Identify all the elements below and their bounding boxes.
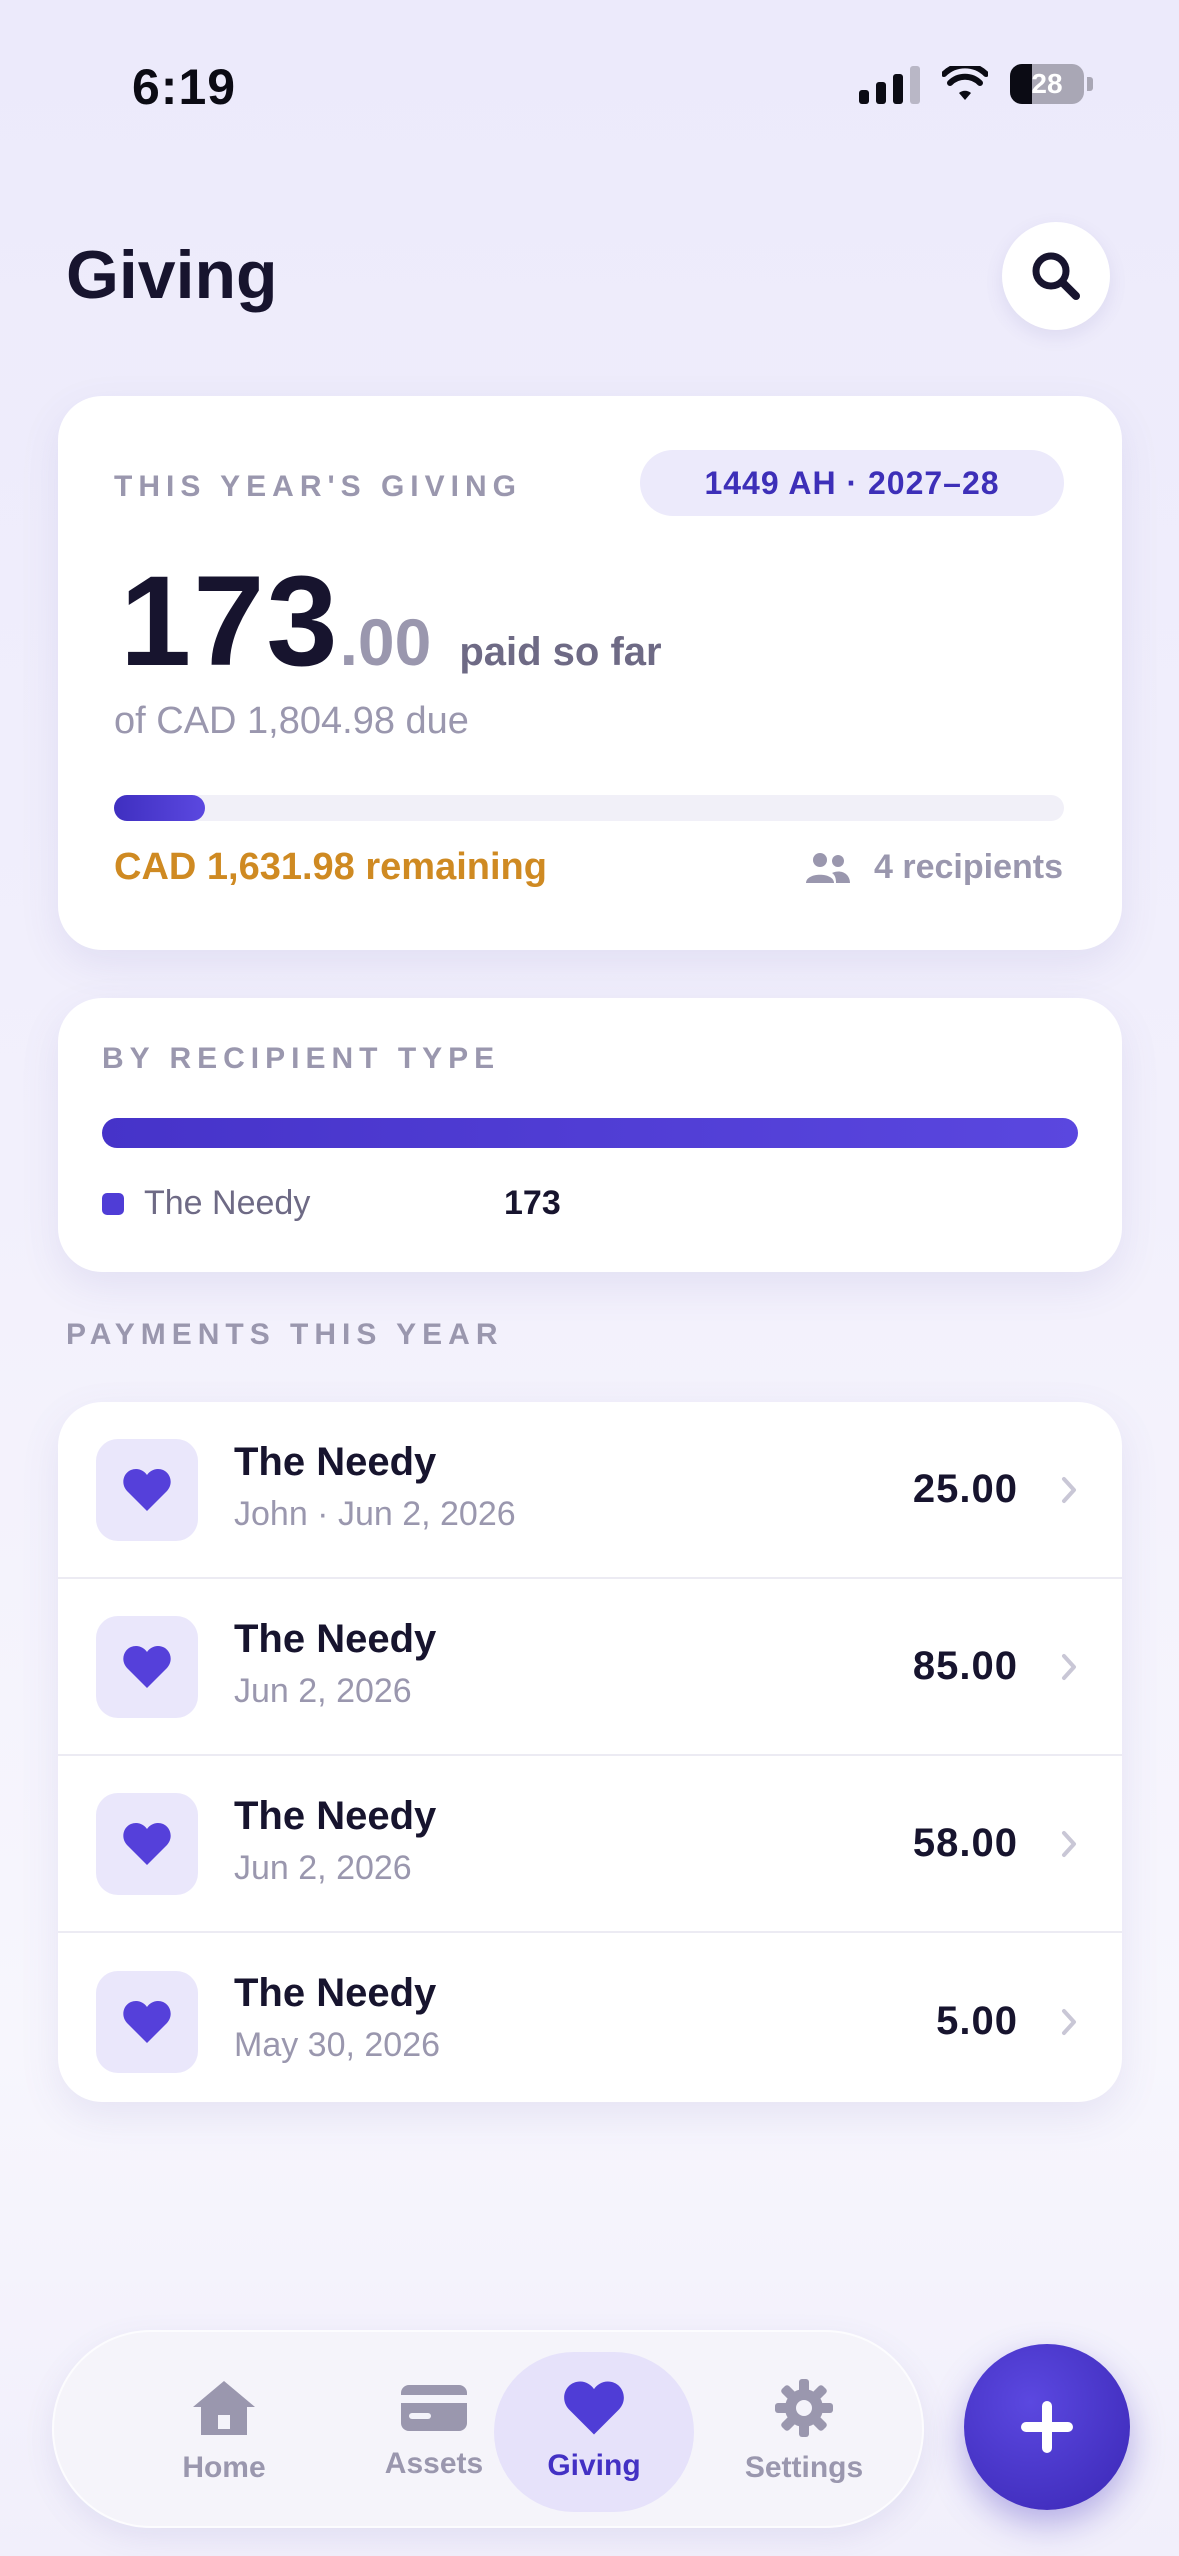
page-title: Giving [66,237,278,313]
summary-eyebrow: THIS YEAR'S GIVING [114,470,522,503]
legend-label: The Needy [144,1184,311,1222]
tab-label: Assets [384,2447,484,2480]
battery-icon: 28 [1010,64,1093,104]
tab-giving[interactable]: Giving [494,2332,694,2530]
tab-bar: Home Assets Giving Settings [52,2330,924,2528]
add-payment-button[interactable] [964,2344,1130,2510]
tab-label: Home [182,2451,266,2484]
amount-suffix: paid so far [459,630,662,674]
amount-integer: 173 [120,550,340,693]
chevron-right-icon [1054,2007,1084,2037]
legend-swatch [102,1192,124,1215]
payment-amount: 5.00 [936,1999,1018,2043]
amount-paid: 173 .00 paid so far [120,548,662,695]
payment-title: The Needy [234,1440,437,1484]
payments-list: The Needy John · Jun 2, 2026 25.00 The N… [58,1402,1122,2102]
tab-label: Giving [547,2449,641,2482]
payment-type-icon [96,1792,198,1895]
amount-decimal: .00 [339,605,432,679]
gear-icon [775,2379,833,2437]
search-icon [1032,252,1080,300]
payment-subtitle: Jun 2, 2026 [234,1672,412,1710]
legend-value: 173 [504,1184,561,1222]
giving-progress-bar [114,795,1064,821]
payment-amount: 25.00 [912,1467,1018,1511]
payment-title: The Needy [234,1794,437,1838]
payment-row[interactable]: The Needy May 30, 2026 5.00 [58,1933,1122,2102]
payment-title: The Needy [234,1617,437,1661]
signal-icon [859,64,920,104]
heart-icon [123,1645,171,1688]
heart-icon [123,1468,171,1511]
recipient-type-bar [102,1118,1078,1148]
payment-amount: 58.00 [912,1821,1018,1865]
payment-row[interactable]: The Needy Jun 2, 2026 58.00 [58,1756,1122,1933]
tab-home[interactable]: Home [124,2332,324,2530]
home-icon [193,2381,255,2435]
chevron-right-icon [1054,1475,1084,1505]
battery-level: 28 [1031,68,1063,99]
payments-section-title: PAYMENTS THIS YEAR [66,1318,504,1351]
recipients-count[interactable]: 4 recipients [804,848,1063,887]
tab-settings[interactable]: Settings [704,2332,904,2530]
payment-amount: 85.00 [912,1644,1018,1688]
heart-icon [123,2000,171,2043]
plus-icon [1021,2401,1073,2453]
payment-row[interactable]: The Needy Jun 2, 2026 85.00 [58,1579,1122,1756]
search-button[interactable] [1002,222,1110,330]
recipients-label: 4 recipients [874,848,1063,886]
payment-type-icon [96,1438,198,1541]
remaining-amount: CAD 1,631.98 remaining [114,846,547,888]
payment-type-icon [96,1970,198,2073]
year-pill[interactable]: 1449 AH · 2027–28 [640,450,1064,516]
status-time: 6:19 [132,59,237,115]
recipient-type-legend: The Needy 173 [102,1184,561,1223]
payment-subtitle: John · Jun 2, 2026 [234,1495,516,1533]
heart-icon [123,1822,171,1865]
amount-due: of CAD 1,804.98 due [114,700,469,742]
status-icons: 28 [859,64,1093,104]
chevron-right-icon [1054,1829,1084,1859]
people-icon [806,852,851,883]
recipient-type-card: BY RECIPIENT TYPE The Needy 173 [58,998,1122,1272]
wifi-icon [942,66,988,100]
payment-type-icon [96,1615,198,1718]
status-bar: 6:19 28 [0,0,1179,170]
heart-icon [564,2381,624,2435]
card-icon [401,2385,467,2431]
payment-row[interactable]: The Needy John · Jun 2, 2026 25.00 [58,1402,1122,1579]
payment-subtitle: Jun 2, 2026 [234,1849,412,1887]
payment-subtitle: May 30, 2026 [234,2026,441,2064]
recipient-type-eyebrow: BY RECIPIENT TYPE [102,1042,501,1075]
payment-title: The Needy [234,1971,437,2015]
tab-label: Settings [744,2451,864,2484]
chevron-right-icon [1054,1652,1084,1682]
giving-progress-fill [114,795,205,821]
